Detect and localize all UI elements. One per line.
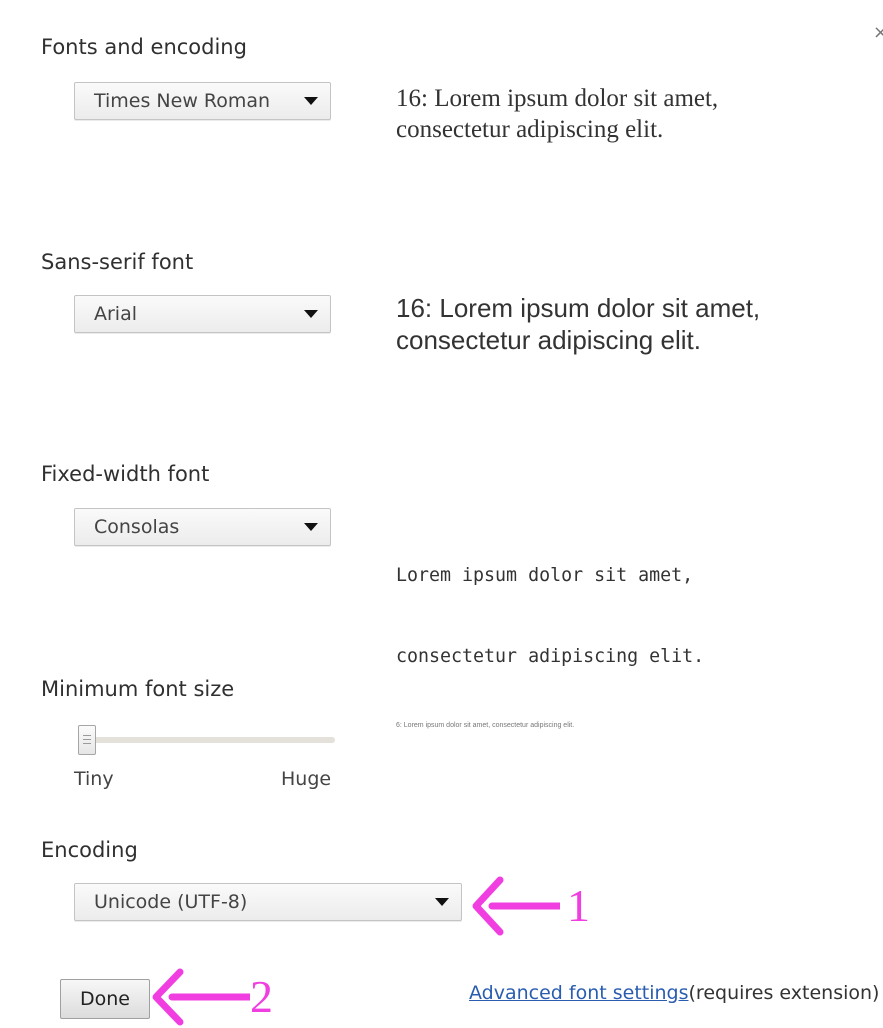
encoding-label: Encoding (41, 838, 138, 862)
standard-font-preview: 16: Lorem ipsum dolor sit amet, consecte… (396, 83, 718, 145)
sans-serif-font-label: Sans-serif font (41, 250, 194, 274)
advanced-font-settings-link[interactable]: Advanced font settings (469, 982, 689, 1004)
chevron-down-icon (304, 97, 318, 105)
advanced-font-settings: Advanced font settings(requires extensio… (469, 982, 879, 1004)
advanced-font-settings-note: (requires extension) (688, 982, 880, 1004)
fixed-width-font-select[interactable]: Consolas (74, 508, 331, 546)
fixed-width-font-preview-line-1: Lorem ipsum dolor sit amet, (396, 565, 694, 586)
minimum-font-size-slider-thumb[interactable] (78, 725, 96, 755)
sans-serif-font-preview: 16: Lorem ipsum dolor sit amet, consecte… (396, 292, 760, 356)
encoding-value: Unicode (UTF-8) (94, 891, 248, 913)
standard-font-select[interactable]: Times New Roman (74, 82, 331, 120)
standard-font-preview-line-2: consectetur adipiscing elit. (396, 116, 664, 143)
annotation-callout-1: 1 (567, 880, 590, 931)
fixed-width-font-value: Consolas (94, 516, 180, 538)
annotation-arrow-icon (152, 968, 250, 1026)
sans-serif-font-value: Arial (94, 303, 138, 325)
minimum-font-size-preview: 6: Lorem ipsum dolor sit amet, consectet… (396, 722, 575, 729)
slider-max-label: Huge (281, 768, 332, 790)
annotation-arrow-icon (472, 876, 560, 936)
minimum-font-size-slider-track[interactable] (78, 737, 335, 743)
fixed-width-font-preview: Lorem ipsum dolor sit amet, consectetur … (396, 508, 704, 697)
slider-min-label: Tiny (74, 768, 114, 790)
page-title: Fonts and encoding (41, 35, 247, 59)
chevron-down-icon (304, 310, 318, 318)
standard-font-preview-line-1: 16: Lorem ipsum dolor sit amet, (396, 85, 719, 112)
fixed-width-font-label: Fixed-width font (41, 462, 210, 486)
close-icon[interactable]: × (873, 22, 883, 43)
sans-serif-font-preview-line-1: 16: Lorem ipsum dolor sit amet, (396, 293, 761, 323)
annotation-callout-2: 2 (250, 971, 273, 1022)
standard-font-value: Times New Roman (94, 90, 271, 112)
encoding-select[interactable]: Unicode (UTF-8) (74, 883, 462, 921)
sans-serif-font-select[interactable]: Arial (74, 295, 331, 333)
sans-serif-font-preview-line-2: consectetur adipiscing elit. (396, 325, 701, 355)
fixed-width-font-preview-line-2: consectetur adipiscing elit. (396, 646, 705, 667)
chevron-down-icon (304, 523, 318, 531)
chevron-down-icon (435, 898, 449, 906)
done-button[interactable]: Done (60, 979, 150, 1019)
minimum-font-size-label: Minimum font size (41, 677, 235, 701)
